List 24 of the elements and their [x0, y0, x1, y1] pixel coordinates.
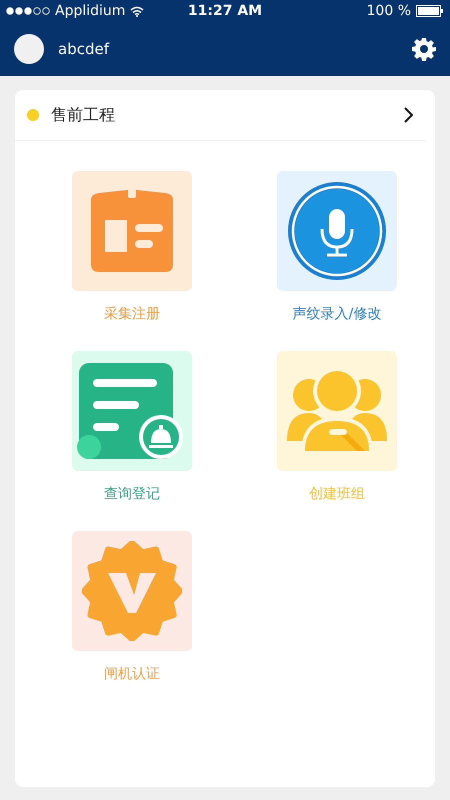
username: abcdef: [58, 40, 110, 58]
feature-label[interactable]: 查询登记: [104, 485, 160, 505]
feature-tile[interactable]: [72, 171, 192, 291]
chevron-right-icon[interactable]: [403, 107, 413, 123]
feature-label[interactable]: 创建班组: [309, 485, 365, 505]
section-title[interactable]: 售前工程: [51, 104, 391, 126]
feature-tile[interactable]: [72, 531, 192, 651]
carrier-name: Applidium: [55, 3, 126, 19]
feature-tile[interactable]: [277, 351, 397, 471]
settings-icon[interactable]: [412, 37, 436, 61]
status-time: 11:27 AM: [188, 3, 262, 19]
feature-tile[interactable]: [277, 171, 397, 291]
feature-label[interactable]: 闸机认证: [104, 665, 160, 685]
battery-percent: 100 %: [366, 3, 411, 19]
feature-tile[interactable]: [72, 351, 192, 471]
wifi-icon: [130, 6, 144, 16]
status-dot: [27, 109, 39, 121]
feature-label[interactable]: 采集注册: [104, 305, 160, 325]
signal-icon: [6, 7, 50, 15]
feature-label[interactable]: 声纹录入/修改: [292, 305, 382, 325]
badge-icon: [82, 541, 182, 641]
microphone-icon: [287, 181, 387, 281]
battery-icon: [416, 5, 444, 17]
avatar[interactable]: [14, 34, 44, 64]
